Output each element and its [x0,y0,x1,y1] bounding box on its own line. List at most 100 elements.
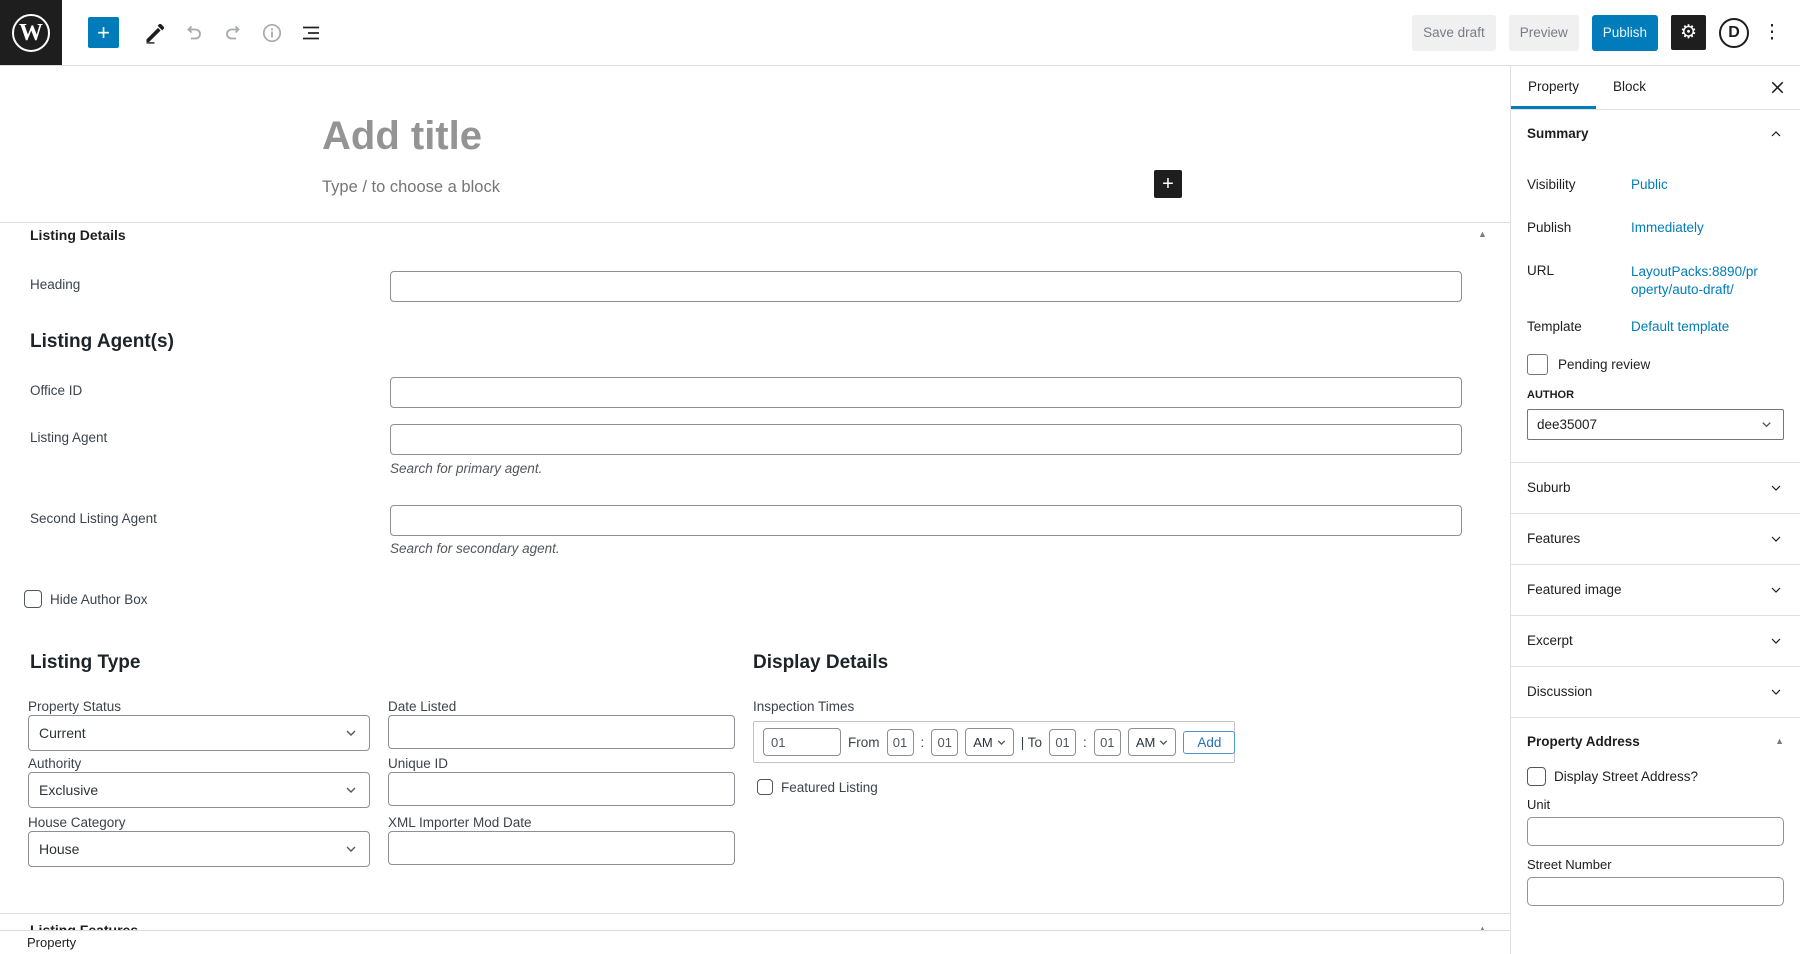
property-address-panel-header[interactable]: Property Address ▲ [1511,717,1800,765]
unit-label: Unit [1527,797,1784,812]
visibility-label: Visibility [1527,177,1631,192]
second-agent-input[interactable] [390,505,1462,536]
breadcrumb[interactable]: Property [27,935,76,950]
details-button[interactable] [254,15,290,51]
heading-input[interactable] [390,271,1462,302]
panel-excerpt[interactable]: Excerpt [1511,615,1800,666]
street-number-input[interactable] [1527,877,1784,906]
editor-topbar: W + Save draft Preview Publish ⚙ D ⋮ [0,0,1800,66]
author-label: AUTHOR [1527,389,1784,401]
panel-discussion[interactable]: Discussion [1511,666,1800,717]
office-id-input[interactable] [390,377,1462,408]
from-hour-input[interactable] [887,729,914,756]
time-colon: : [921,735,925,750]
inspection-times-label: Inspection Times [753,699,854,714]
options-menu-button[interactable]: ⋮ [1762,21,1782,44]
xml-mod-date-input[interactable] [388,831,735,865]
house-category-select[interactable]: House [28,831,370,867]
from-ampm-value: AM [973,735,993,750]
undo-icon [182,21,206,45]
editor-canvas: Add title Type / to choose a block + Lis… [0,66,1510,930]
plus-icon: + [1162,171,1174,197]
summary-panel-header[interactable]: Summary [1511,110,1800,157]
from-ampm-select[interactable]: AM [965,728,1014,756]
from-minute-input[interactable] [931,729,958,756]
save-draft-button[interactable]: Save draft [1412,15,1496,51]
chevron-down-icon [995,736,1008,749]
summary-title: Summary [1527,126,1589,141]
panel-features[interactable]: Features [1511,513,1800,564]
publish-button[interactable]: Publish [1592,15,1658,51]
block-inserter-button[interactable]: + [88,17,119,48]
pending-review-label: Pending review [1558,357,1650,372]
template-row: Template Default template [1527,319,1784,334]
collapse-caret-icon: ▲ [1775,736,1784,746]
preview-button[interactable]: Preview [1509,15,1579,51]
close-sidebar-button[interactable] [1754,66,1800,109]
to-label: | To [1021,735,1042,750]
unique-id-input[interactable] [388,772,735,806]
panel-discussion-label: Discussion [1527,684,1592,699]
listing-features-title: Listing Features [30,922,138,930]
url-value[interactable]: LayoutPacks:8890/property/auto-draft/ [1631,263,1759,299]
featured-listing-checkbox[interactable] [757,779,773,795]
chevron-up-icon [1768,126,1784,142]
property-address-body: Display Street Address? Unit Street Numb… [1511,765,1800,917]
listing-agents-title: Listing Agent(s) [30,331,174,353]
chevron-down-icon [1768,582,1784,598]
inspection-date-input[interactable] [763,728,841,756]
second-agent-help: Search for secondary agent. [390,541,560,556]
block-appender-button[interactable]: + [1154,170,1182,198]
chevron-down-icon [343,782,359,798]
wordpress-logo[interactable]: W [0,0,62,65]
list-view-icon [299,21,323,45]
unique-id-label: Unique ID [388,756,448,771]
second-agent-label: Second Listing Agent [30,511,157,526]
list-view-button[interactable] [293,15,329,51]
visibility-value[interactable]: Public [1631,177,1668,192]
time-colon: : [1083,735,1087,750]
template-value[interactable]: Default template [1631,319,1729,334]
date-listed-input[interactable] [388,715,735,749]
tools-button[interactable] [137,15,173,51]
tab-block[interactable]: Block [1596,66,1663,109]
chevron-down-icon [1768,684,1784,700]
author-select[interactable]: dee35007 [1527,409,1784,440]
tab-property[interactable]: Property [1511,66,1596,109]
display-street-checkbox[interactable] [1527,767,1546,786]
add-inspection-button[interactable]: Add [1183,731,1235,754]
to-ampm-select[interactable]: AM [1128,728,1177,756]
redo-button[interactable] [215,15,251,51]
summary-body: Visibility Public Publish Immediately UR… [1511,157,1800,440]
author-value: dee35007 [1537,417,1597,432]
hide-author-label: Hide Author Box [50,592,148,607]
empty-block-input[interactable]: Type / to choose a block [322,178,500,197]
unit-input[interactable] [1527,817,1784,846]
settings-button[interactable]: ⚙ [1671,15,1706,50]
collapse-caret-icon[interactable]: ▲ [1478,229,1487,239]
pending-review-row: Pending review [1527,354,1784,375]
listing-agent-label: Listing Agent [30,430,107,445]
visibility-row: Visibility Public [1527,177,1784,192]
avatar[interactable]: D [1719,18,1749,48]
authority-select[interactable]: Exclusive [28,772,370,808]
undo-button[interactable] [176,15,212,51]
to-hour-input[interactable] [1049,729,1076,756]
hide-author-checkbox[interactable] [24,590,42,608]
house-category-value: House [39,841,79,857]
url-row: URL LayoutPacks:8890/property/auto-draft… [1527,263,1784,299]
post-title-input[interactable]: Add title [322,114,482,159]
panel-featured-image[interactable]: Featured image [1511,564,1800,615]
listing-agent-input[interactable] [390,424,1462,455]
publish-label: Publish [1527,220,1631,235]
redo-icon [221,21,245,45]
authority-label: Authority [28,756,81,771]
publish-value[interactable]: Immediately [1631,220,1704,235]
to-minute-input[interactable] [1094,729,1121,756]
pending-review-checkbox[interactable] [1527,354,1548,375]
pencil-icon [143,21,167,45]
plus-icon: + [97,19,110,47]
panel-suburb[interactable]: Suburb [1511,462,1800,513]
property-status-select[interactable]: Current [28,715,370,751]
display-street-row: Display Street Address? [1527,767,1784,786]
